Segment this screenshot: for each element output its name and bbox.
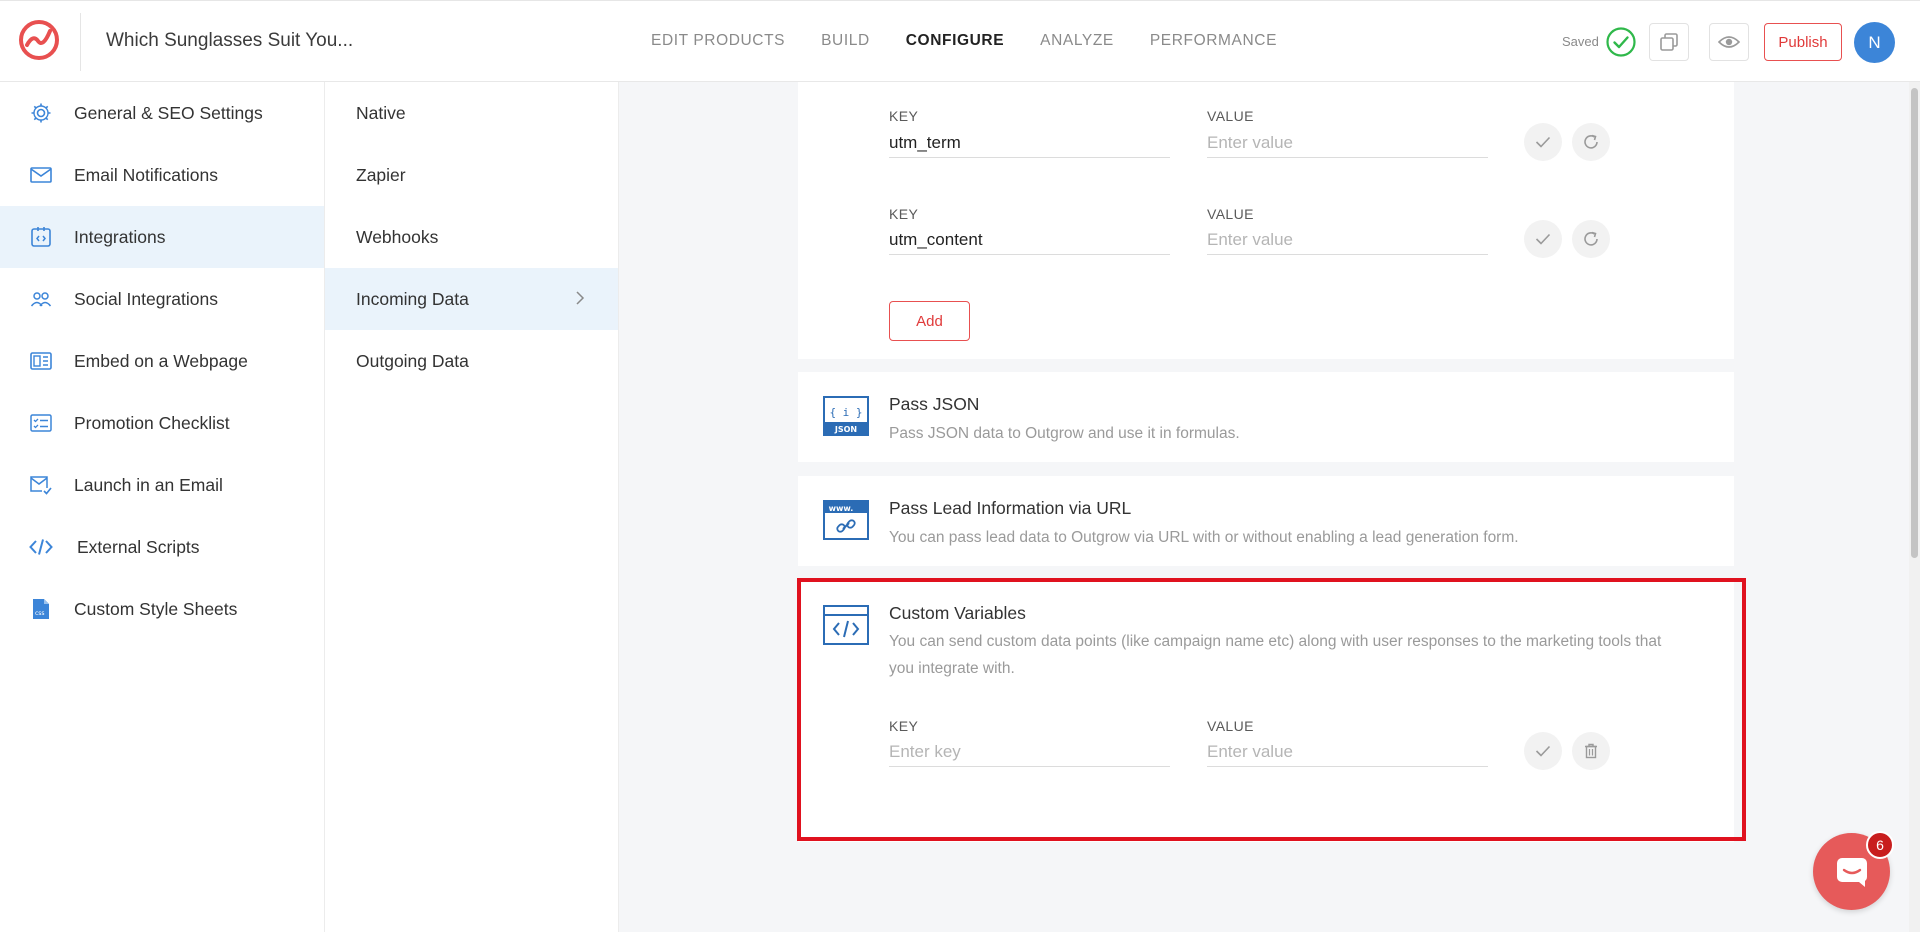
outgrow-logo[interactable]	[16, 17, 62, 63]
css-file-icon: css	[29, 597, 53, 621]
check-icon	[1535, 136, 1551, 148]
nav-edit-products[interactable]: EDIT PRODUCTS	[651, 32, 785, 50]
utm-value-input[interactable]	[1207, 225, 1488, 255]
subnav-item-label: Incoming Data	[356, 288, 469, 309]
sidebar-item-embed[interactable]: Embed on a Webpage	[0, 330, 324, 392]
scroll-thumb[interactable]	[1911, 88, 1918, 558]
reset-row-button[interactable]	[1572, 220, 1610, 258]
key-label: KEY	[889, 206, 919, 222]
preview-button[interactable]	[1709, 23, 1749, 61]
chat-unread-badge: 6	[1866, 831, 1894, 859]
code-icon	[29, 535, 53, 559]
avatar[interactable]: N	[1854, 22, 1895, 63]
subnav-item-webhooks[interactable]: Webhooks	[325, 206, 618, 268]
subnav-item-label: Webhooks	[356, 226, 439, 247]
embed-icon	[29, 349, 53, 373]
sidebar-item-custom-style-sheets[interactable]: css Custom Style Sheets	[0, 578, 324, 640]
svg-text:css: css	[35, 610, 45, 617]
sidebar-item-label: Embed on a Webpage	[74, 350, 248, 371]
subnav-item-incoming-data[interactable]: Incoming Data	[325, 268, 618, 330]
save-row-button[interactable]	[1524, 123, 1562, 161]
subnav-item-label: Native	[356, 102, 406, 123]
json-icon-braces: { i }	[829, 406, 862, 419]
pass-lead-title: Pass Lead Information via URL	[889, 498, 1132, 518]
integrations-subnav: Native Zapier Webhooks Incoming Data Out…	[325, 82, 619, 932]
key-label: KEY	[889, 108, 919, 124]
header-divider	[80, 13, 81, 71]
utm-key-input[interactable]	[889, 128, 1170, 158]
saved-status: Saved	[1562, 34, 1599, 49]
users-icon	[29, 287, 53, 311]
sidebar-item-email-notifications[interactable]: Email Notifications	[0, 144, 324, 206]
gear-icon	[29, 101, 53, 125]
nav-configure[interactable]: CONFIGURE	[906, 32, 1004, 50]
checklist-icon	[29, 411, 53, 435]
sidebar-item-label: General & SEO Settings	[74, 102, 263, 123]
project-title: Which Sunglasses Suit You...	[106, 30, 354, 51]
sidebar-item-label: Social Integrations	[74, 288, 218, 309]
subnav-item-label: Outgoing Data	[356, 350, 469, 371]
sidebar-item-launch-email[interactable]: Launch in an Email	[0, 454, 324, 516]
url-link-icon: www.	[823, 500, 869, 540]
subnav-item-outgoing-data[interactable]: Outgoing Data	[325, 330, 618, 392]
sidebar-item-external-scripts[interactable]: External Scripts	[0, 516, 324, 578]
subnav-item-label: Zapier	[356, 164, 406, 185]
vertical-scrollbar[interactable]	[1909, 82, 1920, 932]
value-label: VALUE	[1207, 206, 1254, 222]
pass-json-card[interactable]: { i } JSON Pass JSON Pass JSON data to O…	[798, 372, 1734, 462]
check-circle-icon	[1606, 27, 1636, 57]
main-nav: EDIT PRODUCTS BUILD CONFIGURE ANALYZE PE…	[651, 32, 1313, 50]
pass-json-desc: Pass JSON data to Outgrow and use it in …	[889, 425, 1240, 442]
settings-sidebar: General & SEO Settings Email Notificatio…	[0, 82, 325, 932]
sidebar-item-label: Promotion Checklist	[74, 412, 230, 433]
pass-json-title: Pass JSON	[889, 394, 980, 414]
publish-button[interactable]: Publish	[1764, 23, 1842, 61]
refresh-icon	[1584, 134, 1598, 149]
sidebar-item-label: Email Notifications	[74, 164, 218, 185]
integrations-icon	[29, 225, 53, 249]
duplicate-button[interactable]	[1649, 23, 1689, 61]
utm-key-input[interactable]	[889, 225, 1170, 255]
sidebar-item-promotion-checklist[interactable]: Promotion Checklist	[0, 392, 324, 454]
sidebar-item-label: External Scripts	[77, 536, 200, 557]
envelope-icon	[29, 163, 53, 187]
sidebar-item-social-integrations[interactable]: Social Integrations	[0, 268, 324, 330]
top-header: Which Sunglasses Suit You... EDIT PRODUC…	[0, 0, 1920, 82]
add-button[interactable]: Add	[889, 301, 970, 341]
refresh-icon	[1584, 231, 1598, 246]
save-row-button[interactable]	[1524, 220, 1562, 258]
copy-icon	[1660, 33, 1678, 51]
nav-performance[interactable]: PERFORMANCE	[1150, 32, 1277, 50]
json-icon: { i } JSON	[823, 396, 869, 436]
email-launch-icon	[29, 473, 53, 497]
pass-lead-url-card[interactable]: www. Pass Lead Information via URL You c…	[798, 476, 1734, 566]
subnav-item-zapier[interactable]: Zapier	[325, 144, 618, 206]
sidebar-item-integrations[interactable]: Integrations	[0, 206, 324, 268]
sidebar-item-general-seo[interactable]: General & SEO Settings	[0, 82, 324, 144]
value-label: VALUE	[1207, 108, 1254, 124]
subnav-item-native[interactable]: Native	[325, 82, 618, 144]
check-icon	[1535, 233, 1551, 245]
reset-row-button[interactable]	[1572, 123, 1610, 161]
eye-icon	[1718, 36, 1740, 48]
url-icon-label: www.	[829, 504, 854, 513]
json-icon-label: JSON	[834, 425, 857, 434]
pass-lead-desc: You can pass lead data to Outgrow via UR…	[889, 529, 1519, 546]
highlight-box	[797, 578, 1746, 841]
nav-analyze[interactable]: ANALYZE	[1040, 32, 1114, 50]
chevron-right-icon	[576, 291, 585, 305]
sidebar-item-label: Custom Style Sheets	[74, 598, 238, 619]
utm-value-input[interactable]	[1207, 128, 1488, 158]
chat-icon	[1836, 857, 1867, 887]
nav-build[interactable]: BUILD	[821, 32, 870, 50]
utm-params-card: KEY VALUE KEY VALUE Add	[798, 82, 1734, 359]
sidebar-item-label: Integrations	[74, 226, 166, 247]
sidebar-item-label: Launch in an Email	[74, 474, 223, 495]
